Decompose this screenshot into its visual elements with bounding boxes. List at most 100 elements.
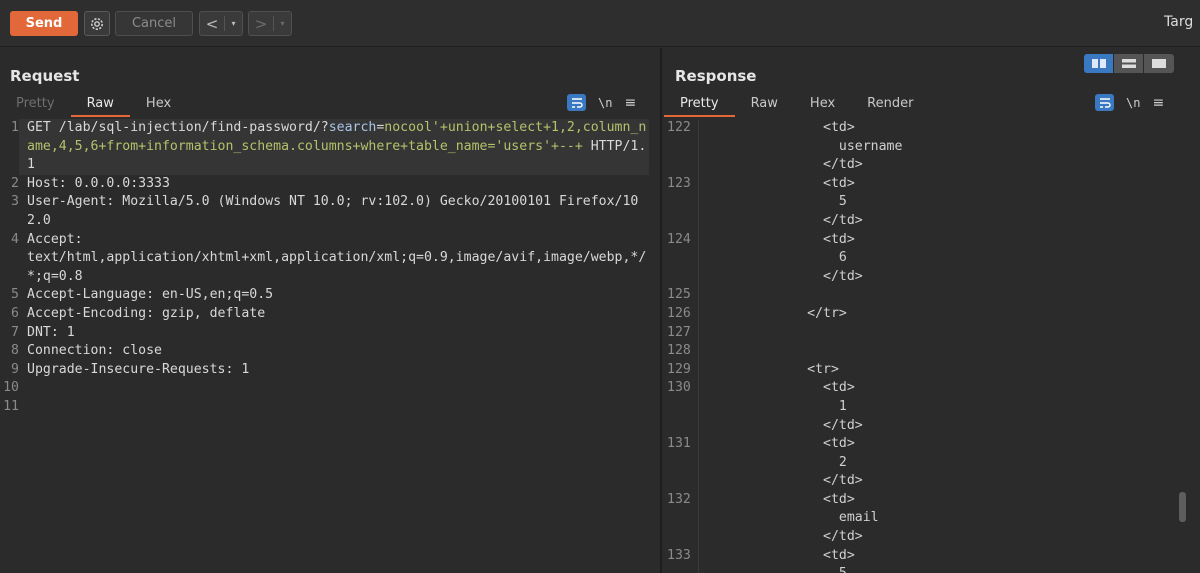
- response-line-text: <td>: [696, 175, 855, 191]
- response-line-text: 5: [696, 194, 847, 210]
- layout-tabs-button[interactable]: [1144, 54, 1174, 73]
- response-line[interactable]: 125: [662, 286, 1200, 305]
- line-number: 130: [667, 380, 691, 396]
- request-editor-icons: \n ≡: [567, 94, 636, 111]
- line-number: [662, 212, 692, 231]
- response-line[interactable]: 122 <td>: [662, 119, 1200, 138]
- response-pane: Response Pretty Raw Hex Render \n ≡ 122 …: [662, 48, 1200, 573]
- line-number: 127: [667, 324, 691, 340]
- line-number: 131: [667, 436, 691, 452]
- newline-icon[interactable]: \n: [1126, 96, 1140, 110]
- request-line[interactable]: 6 Accept-Encoding: gzip, deflate: [0, 305, 660, 324]
- response-line-text: <td>: [696, 491, 855, 507]
- line-number: 9: [11, 361, 19, 377]
- wrap-icon[interactable]: [567, 94, 586, 111]
- request-line[interactable]: 4 Accept: text/html,application/xhtml+xml…: [0, 231, 660, 287]
- code-token: Connection: close: [27, 343, 162, 359]
- layout-toggle: [1084, 54, 1174, 73]
- chevron-left-icon: <: [205, 14, 219, 33]
- response-line[interactable]: 129 <tr>: [662, 361, 1200, 380]
- line-number: 4: [11, 231, 19, 247]
- line-number: 1: [11, 120, 19, 135]
- response-line[interactable]: 123 <td>: [662, 175, 1200, 194]
- request-line[interactable]: 8 Connection: close: [0, 342, 660, 361]
- send-button[interactable]: Send: [10, 11, 78, 36]
- request-editor[interactable]: 1 GET /lab/sql-injection/find-password/?s…: [0, 119, 660, 573]
- line-number: 2: [11, 175, 19, 191]
- request-line[interactable]: 9 Upgrade-Insecure-Requests: 1: [0, 361, 660, 380]
- response-line-text: 6: [696, 250, 847, 266]
- response-tab-pretty[interactable]: Pretty: [664, 95, 735, 117]
- response-line-text: <td>: [696, 231, 855, 247]
- line-number: 123: [667, 175, 691, 191]
- response-line[interactable]: username: [662, 138, 1200, 157]
- gutter-divider: [698, 119, 699, 573]
- response-line[interactable]: 5: [662, 193, 1200, 212]
- settings-button[interactable]: [84, 11, 110, 36]
- response-tab-render[interactable]: Render: [851, 95, 929, 117]
- response-line-text: </td>: [696, 268, 863, 284]
- back-dropdown-icon[interactable]: ▾: [224, 16, 242, 31]
- response-line[interactable]: 133 <td>: [662, 547, 1200, 566]
- cancel-button[interactable]: Cancel: [115, 11, 193, 36]
- target-label[interactable]: Targ: [1164, 14, 1193, 30]
- response-line[interactable]: 131 <td>: [662, 435, 1200, 454]
- forward-button[interactable]: > ▾: [248, 11, 292, 36]
- layout-side-by-side-button[interactable]: [1084, 54, 1114, 73]
- response-line[interactable]: </td>: [662, 212, 1200, 231]
- response-line-text: 5: [692, 565, 847, 573]
- layout-stacked-button[interactable]: [1114, 54, 1144, 73]
- menu-icon[interactable]: ≡: [624, 95, 636, 111]
- response-line[interactable]: 128: [662, 342, 1200, 361]
- response-line[interactable]: 132 <td>: [662, 491, 1200, 510]
- line-number: [662, 268, 692, 287]
- request-tab-pretty[interactable]: Pretty: [0, 95, 71, 117]
- request-line-text: [19, 379, 649, 398]
- request-tab-raw[interactable]: Raw: [70, 95, 131, 117]
- response-line-text: <td>: [696, 436, 855, 452]
- forward-dropdown-icon[interactable]: ▾: [273, 16, 291, 31]
- response-tab-hex[interactable]: Hex: [794, 95, 851, 117]
- response-line[interactable]: 126 </tr>: [662, 305, 1200, 324]
- response-line[interactable]: </td>: [662, 472, 1200, 491]
- request-line[interactable]: 1 GET /lab/sql-injection/find-password/?s…: [0, 119, 660, 175]
- request-line[interactable]: 3 User-Agent: Mozilla/5.0 (Windows NT 10.…: [0, 193, 660, 230]
- response-line[interactable]: 130 <td>: [662, 379, 1200, 398]
- request-line[interactable]: 11: [0, 398, 660, 417]
- newline-icon[interactable]: \n: [598, 96, 612, 110]
- response-line[interactable]: 2: [662, 454, 1200, 473]
- response-line[interactable]: 6: [662, 249, 1200, 268]
- response-line[interactable]: 1: [662, 398, 1200, 417]
- line-number: 11: [3, 398, 19, 414]
- response-line[interactable]: 127: [662, 324, 1200, 343]
- request-line[interactable]: 7 DNT: 1: [0, 324, 660, 343]
- response-line[interactable]: </td>: [662, 417, 1200, 436]
- request-tab-hex[interactable]: Hex: [130, 95, 187, 117]
- wrap-icon[interactable]: [1095, 94, 1114, 111]
- response-line[interactable]: email: [662, 509, 1200, 528]
- response-editor[interactable]: 122 <td> username </td> 123 <td> 5 </td> 1…: [662, 119, 1200, 573]
- menu-icon[interactable]: ≡: [1152, 95, 1164, 111]
- response-line[interactable]: 5: [662, 565, 1200, 573]
- response-title: Response: [675, 67, 757, 85]
- response-line[interactable]: 124 <td>: [662, 231, 1200, 250]
- response-line-text: 1: [696, 398, 847, 414]
- back-button[interactable]: < ▾: [199, 11, 243, 36]
- response-tab-raw[interactable]: Raw: [735, 95, 794, 117]
- request-line-text: [19, 398, 649, 417]
- code-token: Accept-Encoding: gzip, deflate: [27, 305, 266, 321]
- request-line-text: DNT: 1: [19, 324, 649, 343]
- code-token: Host: 0.0.0.0:3333: [27, 175, 170, 191]
- code-token: User-Agent: Mozilla/5.0 (Windows NT 10.0…: [27, 194, 639, 228]
- line-number: [662, 193, 692, 212]
- request-line[interactable]: 5 Accept-Language: en-US,en;q=0.5: [0, 286, 660, 305]
- response-line[interactable]: </td>: [662, 528, 1200, 547]
- line-number: [662, 454, 692, 473]
- response-line-text: username: [696, 138, 903, 154]
- response-scrollbar-thumb[interactable]: [1179, 492, 1186, 522]
- response-line[interactable]: </td>: [662, 268, 1200, 287]
- request-line[interactable]: 10: [0, 379, 660, 398]
- request-line[interactable]: 2 Host: 0.0.0.0:3333: [0, 175, 660, 194]
- response-line-text: </td>: [696, 212, 863, 228]
- response-line[interactable]: </td>: [662, 156, 1200, 175]
